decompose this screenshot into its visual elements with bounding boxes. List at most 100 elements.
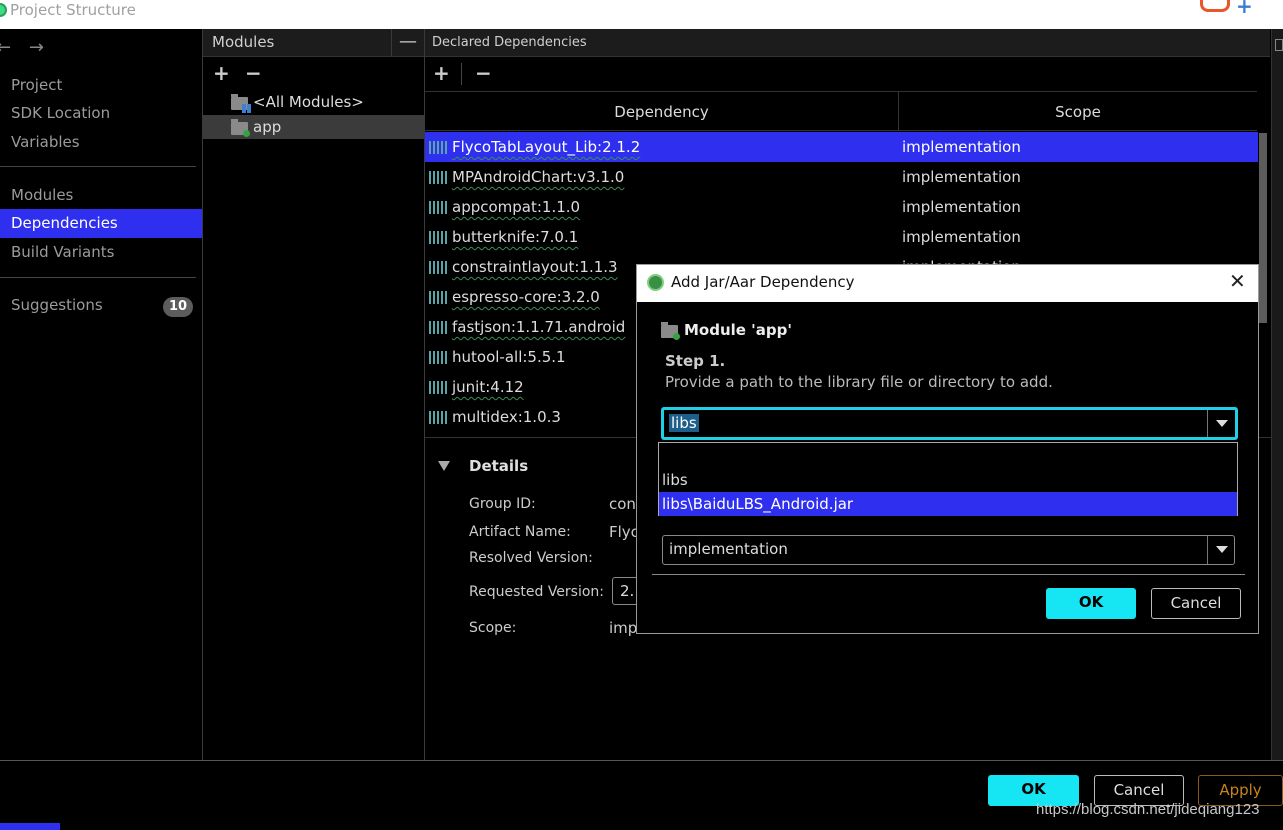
library-icon xyxy=(429,141,447,154)
dialog-title-bar: Add Jar/Aar Dependency ✕ xyxy=(637,265,1258,302)
scope-value: implementation xyxy=(669,540,788,558)
library-path-combobox[interactable]: libs xyxy=(661,407,1238,440)
panel-toggle-icon[interactable] xyxy=(1275,39,1283,51)
library-icon xyxy=(429,381,447,394)
dependency-scope: implementation xyxy=(902,198,1021,216)
sidebar: ← → Project SDK Location Variables Modul… xyxy=(0,29,202,760)
chevron-down-icon xyxy=(1216,420,1228,427)
window-title: Project Structure xyxy=(10,1,136,19)
column-header-dependency[interactable]: Dependency xyxy=(425,91,899,131)
library-icon xyxy=(429,261,447,274)
sidebar-divider xyxy=(0,166,196,167)
sidebar-item-suggestions[interactable]: Suggestions 10 xyxy=(0,291,202,320)
watermark: https://blog.csdn.net/jideqiang123 xyxy=(1036,801,1260,818)
requested-version-label: Requested Version: xyxy=(469,584,605,600)
dialog-title: Add Jar/Aar Dependency xyxy=(671,273,855,291)
dependency-scope: implementation xyxy=(902,168,1021,186)
dependency-name: butterknife:7.0.1 xyxy=(452,228,579,246)
dependency-row[interactable]: butterknife:7.0.1 implementation xyxy=(425,222,1258,252)
dependency-scope: implementation xyxy=(902,138,1021,156)
scope-value: imp xyxy=(609,619,638,637)
add-module-button[interactable]: + xyxy=(213,61,230,85)
library-path-value[interactable]: libs xyxy=(669,414,699,432)
close-icon[interactable]: ✕ xyxy=(1229,269,1246,293)
scope-label: Scope: xyxy=(469,620,517,636)
dependencies-scrollbar[interactable] xyxy=(1259,133,1267,323)
scope-dropdown-button[interactable] xyxy=(1207,536,1234,564)
modules-header: Modules — xyxy=(203,29,424,57)
sidebar-item-variables[interactable]: Variables xyxy=(0,128,202,157)
dependencies-title: Declared Dependencies xyxy=(432,35,587,50)
step-description: Provide a path to the library file or di… xyxy=(665,373,1053,391)
path-dropdown-list: libs libs\BaiduLBS_Android.jar xyxy=(658,442,1238,516)
scope-combobox[interactable]: implementation xyxy=(662,535,1235,565)
module-label: <All Modules> xyxy=(253,93,364,111)
step-title: Step 1. xyxy=(665,352,726,370)
dependency-name: hutool-all:5.5.1 xyxy=(452,348,566,366)
dialog-ok-button[interactable]: OK xyxy=(1046,588,1136,619)
dependency-row[interactable]: MPAndroidChart:v3.1.0 implementation xyxy=(425,162,1258,192)
csdn-logo-icon xyxy=(1200,0,1230,12)
forward-arrow-icon[interactable]: → xyxy=(29,37,44,58)
sidebar-divider xyxy=(0,277,196,278)
dependency-name: fastjson:1.1.71.android xyxy=(452,318,626,336)
build-status-tab[interactable] xyxy=(0,823,60,830)
sidebar-item-sdk-location[interactable]: SDK Location xyxy=(0,99,202,128)
title-bar: Project Structure + xyxy=(0,0,1283,29)
column-header-scope[interactable]: Scope xyxy=(899,91,1257,131)
group-id-label: Group ID: xyxy=(469,496,536,512)
dialog-cancel-button[interactable]: Cancel xyxy=(1151,588,1241,619)
plus-icon: + xyxy=(1236,0,1253,18)
module-folder-icon xyxy=(231,119,250,137)
dialog-divider xyxy=(652,574,1245,575)
remove-dependency-button[interactable]: − xyxy=(475,61,492,85)
collapse-details-icon[interactable] xyxy=(438,461,450,471)
dependency-name: espresso-core:3.2.0 xyxy=(452,288,600,306)
dependency-name: FlycoTabLayout_Lib:2.1.2 xyxy=(452,138,641,156)
android-studio-icon xyxy=(647,274,664,291)
library-icon xyxy=(429,201,447,214)
dependency-name: multidex:1.0.3 xyxy=(452,408,561,426)
modules-title: Modules xyxy=(212,33,275,51)
modules-panel: Modules — + − <All Modules> app xyxy=(202,29,424,760)
dependency-row[interactable]: FlycoTabLayout_Lib:2.1.2 implementation xyxy=(425,132,1258,162)
back-arrow-icon[interactable]: ← xyxy=(0,37,11,58)
path-dropdown-button[interactable] xyxy=(1207,410,1235,437)
chevron-down-icon xyxy=(1216,546,1228,553)
module-item-app[interactable]: app xyxy=(203,115,424,139)
dependency-scope: implementation xyxy=(902,228,1021,246)
sidebar-item-project[interactable]: Project xyxy=(0,71,202,100)
dependency-name: appcompat:1.1.0 xyxy=(452,198,581,216)
dropdown-option[interactable]: libs\BaiduLBS_Android.jar xyxy=(659,492,1237,516)
dependency-row[interactable]: appcompat:1.1.0 implementation xyxy=(425,192,1258,222)
sidebar-item-modules[interactable]: Modules xyxy=(0,181,202,210)
library-icon xyxy=(429,321,447,334)
dependency-name: junit:4.12 xyxy=(452,378,524,396)
sidebar-item-label: Suggestions xyxy=(11,296,103,314)
dropdown-option[interactable] xyxy=(659,443,1237,467)
dependency-name: constraintlayout:1.1.3 xyxy=(452,258,618,276)
dependency-name: MPAndroidChart:v3.1.0 xyxy=(452,168,625,186)
sidebar-item-dependencies[interactable]: Dependencies xyxy=(0,209,202,238)
library-icon xyxy=(429,171,447,184)
collapse-panel-button[interactable]: — xyxy=(391,29,424,57)
artifact-name-label: Artifact Name: xyxy=(469,524,571,540)
footer-bar xyxy=(0,760,1283,830)
module-group-icon xyxy=(231,94,251,113)
remove-module-button[interactable]: − xyxy=(245,61,262,85)
side-tool-strip xyxy=(1271,29,1283,760)
android-studio-icon xyxy=(0,3,7,17)
module-item-all-modules[interactable]: <All Modules> xyxy=(203,90,424,114)
sidebar-item-build-variants[interactable]: Build Variants xyxy=(0,238,202,267)
dialog-module-label: Module 'app' xyxy=(684,321,792,339)
library-icon xyxy=(429,291,447,304)
module-folder-icon xyxy=(661,322,680,340)
suggestions-count-badge: 10 xyxy=(163,297,193,317)
add-dependency-button[interactable]: + xyxy=(433,61,450,85)
details-title: Details xyxy=(469,457,529,475)
library-icon xyxy=(429,411,447,424)
module-label: app xyxy=(253,118,282,136)
library-icon xyxy=(429,351,447,364)
group-id-value: con xyxy=(609,495,636,513)
dropdown-option[interactable]: libs xyxy=(659,468,1237,492)
